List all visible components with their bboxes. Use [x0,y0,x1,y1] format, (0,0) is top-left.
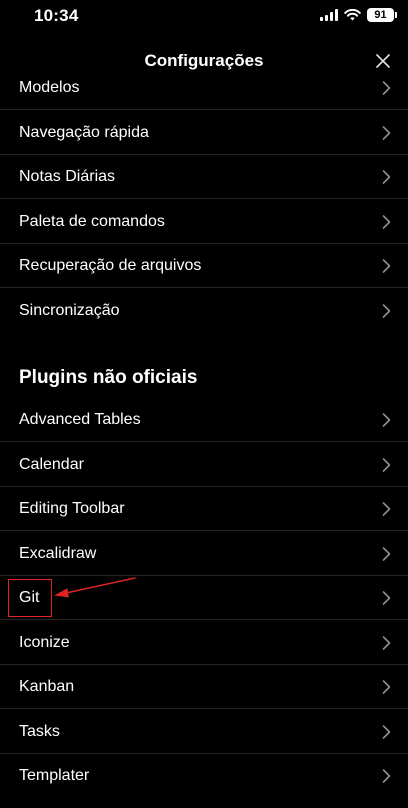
list-item-paleta-de-comandos[interactable]: Paleta de comandos [0,200,408,244]
wifi-icon [344,9,361,21]
status-time: 10:34 [34,6,79,25]
list-item-label: Templater [19,767,90,784]
chevron-right-icon [382,259,391,273]
list-item-label: Excalidraw [19,545,97,562]
settings-list[interactable]: Modelos Navegação rápida Notas Diárias P… [0,78,408,808]
chevron-right-icon [382,636,391,650]
close-button[interactable] [372,50,394,72]
divider [0,287,408,288]
list-item-label: Advanced Tables [19,411,141,428]
divider [0,708,408,709]
status-icons: 91 [320,8,397,22]
chevron-right-icon [382,502,391,516]
page-title: Configurações [144,51,264,70]
divider [0,198,408,199]
annotation-arrow-icon [54,577,136,598]
divider [0,530,408,531]
chevron-right-icon [382,170,391,184]
list-item-advanced-tables[interactable]: Advanced Tables [0,398,408,442]
list-item-tasks[interactable]: Tasks [0,710,408,754]
chevron-right-icon [382,215,391,229]
list-item-notas-diarias[interactable]: Notas Diárias [0,155,408,199]
list-item-recuperacao-de-arquivos[interactable]: Recuperação de arquivos [0,244,408,288]
list-item-iconize[interactable]: Iconize [0,621,408,665]
chevron-right-icon [382,547,391,561]
list-item-calendar[interactable]: Calendar [0,443,408,487]
chevron-right-icon [382,413,391,427]
section-header-plugins: Plugins não oficiais [19,367,198,388]
chevron-right-icon [382,126,391,140]
list-item-label: Paleta de comandos [19,213,165,230]
list-item-editing-toolbar[interactable]: Editing Toolbar [0,487,408,531]
chevron-right-icon [382,680,391,694]
list-item-label: Iconize [19,634,70,651]
divider [0,619,408,620]
list-item-sincronizacao[interactable]: Sincronização [0,289,408,333]
status-bar: 10:34 91 [0,0,408,34]
settings-header: Configurações [0,44,408,78]
list-item-templater[interactable]: Templater [0,754,408,798]
list-item-excalidraw[interactable]: Excalidraw [0,532,408,576]
list-item-label: Tasks [19,723,60,740]
signal-icon [320,9,338,21]
list-item-label: Recuperação de arquivos [19,257,202,274]
close-icon [376,54,390,68]
list-item-label: Sincronização [19,302,120,319]
list-item-label: Notas Diárias [19,168,116,185]
annotation-highlight-box [8,579,52,617]
chevron-right-icon [382,591,391,605]
list-item-label: Navegação rápida [19,124,149,141]
chevron-right-icon [382,81,391,95]
divider [0,109,408,110]
list-item-modelos[interactable]: Modelos [0,78,408,110]
list-item-label: Modelos [19,79,80,96]
chevron-right-icon [382,725,391,739]
list-item-label: Calendar [19,456,84,473]
chevron-right-icon [382,769,391,783]
divider [0,441,408,442]
list-item-navegacao-rapida[interactable]: Navegação rápida [0,111,408,155]
chevron-right-icon [382,458,391,472]
chevron-right-icon [382,304,391,318]
list-item-label: Editing Toolbar [19,500,125,517]
battery-icon: 91 [367,8,397,22]
list-item-kanban[interactable]: Kanban [0,665,408,709]
list-item-label: Kanban [19,678,75,695]
settings-screen: 10:34 91 Configurações Modelos Navegação… [0,0,408,808]
